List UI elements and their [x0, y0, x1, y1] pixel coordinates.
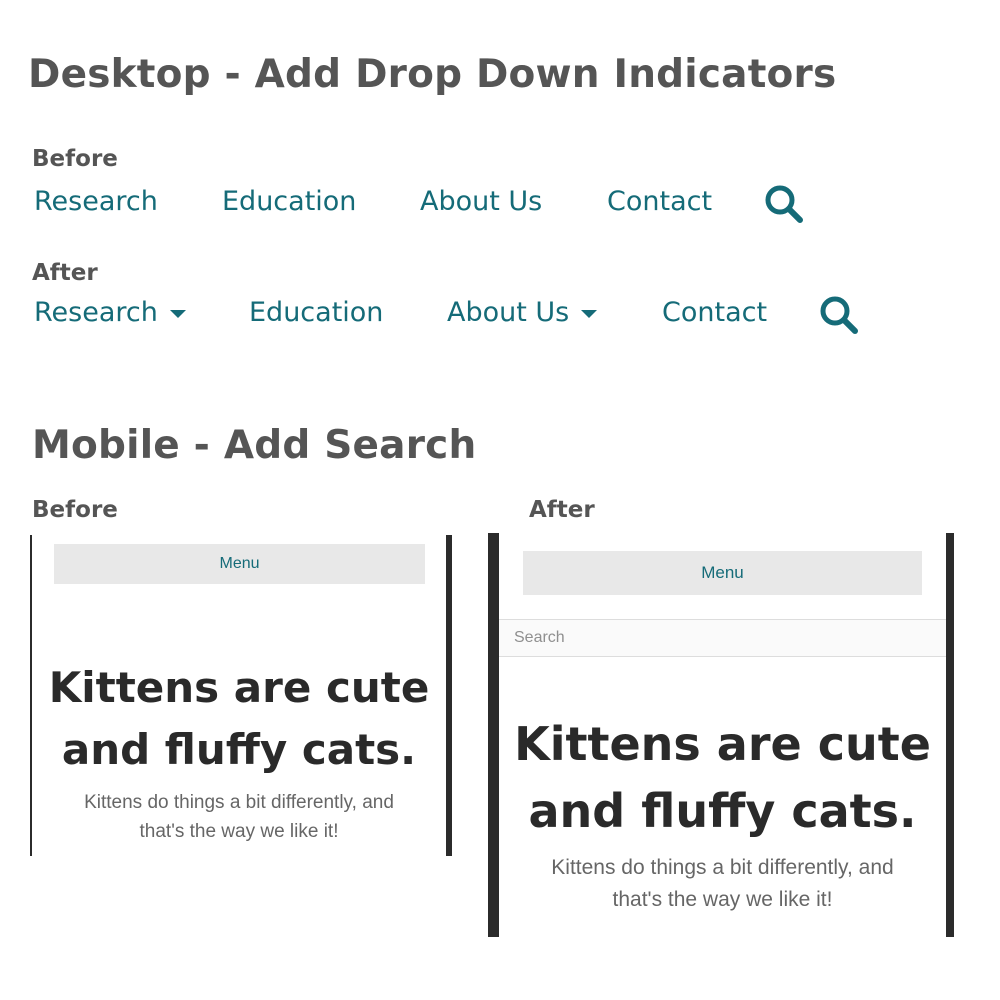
mobile-after-label: After	[529, 497, 595, 523]
hero-subtitle-line: that's the way we like it!	[139, 821, 339, 842]
chevron-down-icon	[169, 310, 186, 318]
desktop-before-label: Before	[32, 146, 118, 172]
desktop-nav-after: Research Education About Us Contact	[0, 293, 900, 334]
hero-title-line: and fluffy cats.	[528, 784, 917, 838]
mobile-before-frame: Menu Kittens are cute and fluffy cats. K…	[30, 535, 452, 856]
menu-button-label: Menu	[219, 555, 260, 572]
hero-subtitle-line: Kittens do things a bit differently, and	[551, 856, 894, 879]
nav-item-education[interactable]: Education	[249, 297, 383, 328]
nav-item-research[interactable]: Research	[34, 186, 158, 217]
hero-subtitle-line: Kittens do things a bit differently, and	[84, 792, 394, 813]
hero-subtitle: Kittens do things a bit differently, and…	[32, 788, 446, 846]
search-input[interactable]	[499, 619, 946, 657]
nav-item-label: Research	[34, 186, 158, 217]
nav-item-about-us[interactable]: About Us	[420, 186, 542, 217]
nav-item-about-us[interactable]: About Us	[447, 297, 598, 328]
mobile-before-label: Before	[32, 497, 118, 523]
nav-item-label: Contact	[607, 186, 713, 217]
mobile-after-frame: Menu Kittens are cute and fluffy cats. K…	[488, 533, 954, 937]
nav-item-label: Contact	[662, 297, 768, 328]
hero-title-line: Kittens are cute	[514, 717, 931, 771]
nav-item-label: Education	[249, 297, 384, 328]
nav-item-label: Education	[222, 186, 357, 217]
nav-item-label: Research	[34, 297, 158, 328]
hero-subtitle: Kittens do things a bit differently, and…	[499, 852, 946, 916]
hero-title-line: Kittens are cute	[48, 663, 430, 712]
mobile-heading: Mobile - Add Search	[32, 423, 477, 468]
menu-button[interactable]: Menu	[54, 544, 425, 584]
chevron-down-icon	[581, 310, 598, 318]
desktop-after-label: After	[32, 260, 98, 286]
nav-item-label: About Us	[420, 186, 543, 217]
nav-item-research[interactable]: Research	[34, 297, 186, 328]
menu-button-label: Menu	[701, 563, 744, 582]
nav-item-education[interactable]: Education	[222, 186, 356, 217]
menu-button[interactable]: Menu	[523, 551, 922, 595]
hero-subtitle-line: that's the way we like it!	[612, 888, 833, 911]
search-icon[interactable]	[817, 293, 861, 337]
nav-item-contact[interactable]: Contact	[607, 186, 712, 217]
nav-item-label: About Us	[447, 297, 570, 328]
hero-title: Kittens are cute and fluffy cats.	[499, 711, 946, 845]
desktop-nav-before: Research Education About Us Contact	[0, 182, 900, 223]
hero-title-line: and fluffy cats.	[61, 725, 417, 774]
hero-title: Kittens are cute and fluffy cats.	[32, 657, 446, 781]
nav-item-contact[interactable]: Contact	[662, 297, 767, 328]
desktop-heading: Desktop - Add Drop Down Indicators	[28, 52, 837, 97]
search-icon[interactable]	[762, 182, 806, 226]
